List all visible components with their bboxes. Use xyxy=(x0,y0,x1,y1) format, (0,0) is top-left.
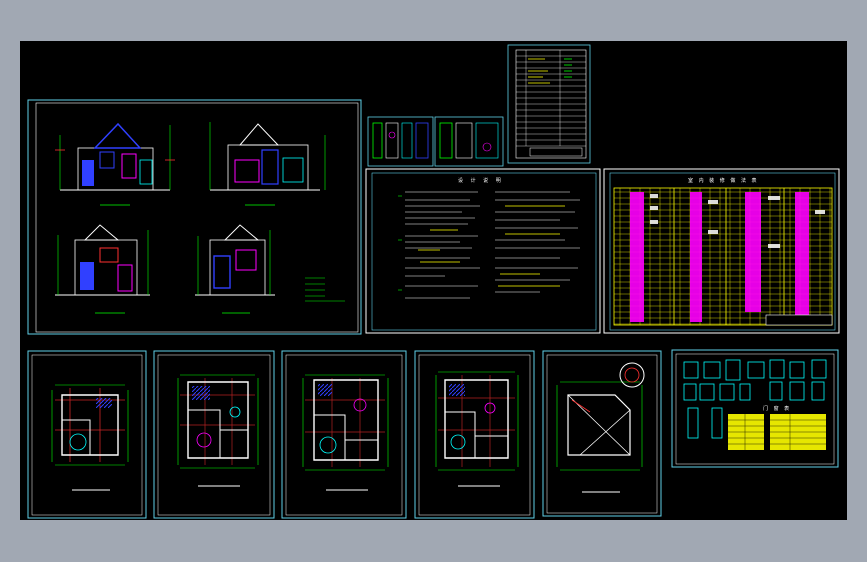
side-elevation-drawing xyxy=(209,122,326,206)
rear-elevation-drawing xyxy=(55,224,150,314)
cad-drawing[interactable]: 设 计 说 明 室 内 装 修 做 法 表 门 窗 表 xyxy=(0,0,867,562)
front-elevation-drawing xyxy=(55,122,175,206)
door-window-schedule-sheet[interactable]: 室 内 装 修 做 法 表 xyxy=(603,168,840,334)
design-notes-sheet[interactable]: 设 计 说 明 xyxy=(365,168,601,334)
door-window-table-title: 门 窗 表 xyxy=(763,405,791,412)
detail-sheet-b[interactable] xyxy=(434,116,504,167)
floor-plan-2-sheet[interactable] xyxy=(153,350,275,519)
drawing-index-sheet[interactable] xyxy=(507,44,591,164)
detail-sheet-a[interactable] xyxy=(367,116,434,167)
schedule-title: 室 内 装 修 做 法 表 xyxy=(688,177,759,184)
floor-plan-4-sheet[interactable] xyxy=(414,350,535,519)
roof-plan-sheet[interactable] xyxy=(542,350,662,517)
floor-plan-1-sheet[interactable] xyxy=(27,350,147,519)
floor-plan-3-sheet[interactable] xyxy=(281,350,407,519)
design-notes-title: 设 计 说 明 xyxy=(458,177,504,184)
door-window-detail-sheet[interactable]: 门 窗 表 xyxy=(671,349,839,468)
elevation-sheet[interactable] xyxy=(27,99,362,335)
elevation-notes xyxy=(305,277,345,302)
left-elevation-drawing xyxy=(195,224,275,314)
